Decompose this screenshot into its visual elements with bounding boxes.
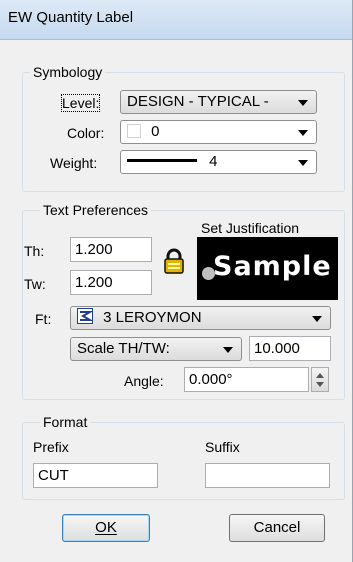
format-legend: Format [40,414,91,430]
window-title: EW Quantity Label [8,9,134,26]
prefix-value: CUT [38,467,69,484]
chevron-down-icon [223,347,233,353]
title-bar: EW Quantity Label [0,0,352,40]
font-type-icon [77,308,94,324]
symbology-legend: Symbology [30,64,106,80]
lock-icon[interactable] [163,248,185,274]
weight-value: 4 [209,153,218,170]
angle-field[interactable]: 0.000° [184,367,309,392]
font-dropdown[interactable]: 3 LEROYMON [70,306,331,330]
ok-button[interactable]: OK [62,514,150,542]
level-value: DESIGN - TYPICAL - [127,93,269,110]
chevron-down-icon [312,316,322,322]
level-label: Level: [60,94,101,112]
tw-label: Tw: [24,276,46,292]
color-label: Color: [67,125,105,141]
ok-button-label: OK [95,519,117,536]
angle-value: 0.000° [189,371,233,388]
justification-preview[interactable]: Sample [197,237,338,300]
scale-field[interactable]: 10.000 [249,336,331,361]
chevron-down-icon [298,100,308,106]
prefix-label: Prefix [33,439,69,455]
chevron-down-icon [298,160,308,166]
tw-field[interactable]: 1.200 [70,270,152,295]
tw-value: 1.200 [75,274,113,291]
cancel-button[interactable]: Cancel [229,514,325,542]
color-dropdown[interactable]: 0 [120,120,317,144]
sample-text: Sample [213,251,332,282]
set-justification-label: Set Justification [201,220,300,236]
format-group [22,422,345,500]
spinner-down-icon[interactable] [316,382,324,387]
font-value: 3 LEROYMON [103,309,202,326]
th-value: 1.200 [75,241,113,258]
th-label: Th: [24,243,45,259]
weight-dropdown[interactable]: 4 [120,150,317,174]
chevron-down-icon [298,130,308,136]
scale-value: 10.000 [254,340,300,357]
angle-spinner[interactable] [311,367,329,392]
level-dropdown[interactable]: DESIGN - TYPICAL - [120,90,317,114]
spinner-up-icon[interactable] [316,373,324,378]
color-value: 0 [151,123,160,140]
color-swatch [127,124,141,138]
scale-mode-value: Scale TH/TW: [77,340,170,357]
weight-line-icon [127,159,197,162]
text-preferences-legend: Text Preferences [40,202,152,218]
angle-label: Angle: [124,373,164,389]
suffix-label: Suffix [205,439,240,455]
prefix-field[interactable]: CUT [33,463,158,488]
cancel-button-label: Cancel [253,519,301,536]
th-field[interactable]: 1.200 [70,237,152,262]
scale-mode-dropdown[interactable]: Scale TH/TW: [70,337,242,361]
weight-label: Weight: [50,155,98,171]
suffix-field[interactable] [205,463,330,488]
dialog-window: EW Quantity Label Symbology Level: DESIG… [0,0,353,562]
ft-label: Ft: [35,311,52,327]
